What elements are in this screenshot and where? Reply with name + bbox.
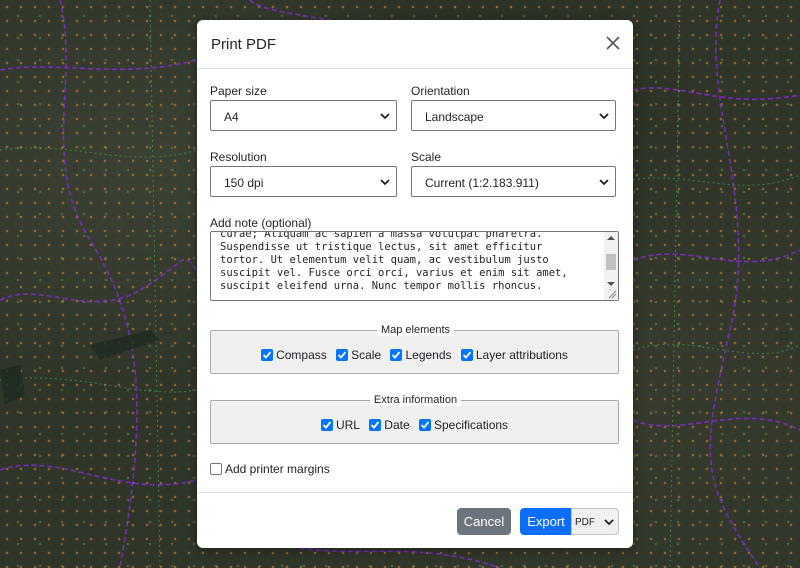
url-option[interactable]: URL xyxy=(320,418,360,432)
scale-select[interactable]: Current (1:2.183.911) xyxy=(411,166,616,197)
specifications-label: Specifications xyxy=(434,418,509,432)
legends-option[interactable]: Legends xyxy=(390,348,452,362)
date-option[interactable]: Date xyxy=(369,418,410,432)
compass-checkbox[interactable] xyxy=(261,349,274,361)
legends-label: Legends xyxy=(405,348,452,362)
chevron-down-icon xyxy=(599,113,609,120)
check-icon xyxy=(337,351,347,359)
layer-attributions-option[interactable]: Layer attributions xyxy=(460,348,568,362)
specifications-option[interactable]: Specifications xyxy=(419,418,508,432)
layer-attributions-label: Layer attributions xyxy=(475,348,568,362)
chevron-down-icon xyxy=(380,179,390,186)
export-button[interactable]: Export xyxy=(520,508,572,535)
paper-size-label: Paper size xyxy=(210,84,267,98)
orientation-value: Landscape xyxy=(425,110,484,124)
layer-attributions-checkbox[interactable] xyxy=(460,349,473,361)
paper-size-value: A4 xyxy=(224,110,239,124)
extra-information-group: Extra information URL Date Specification… xyxy=(210,394,619,444)
compass-option[interactable]: Compass xyxy=(261,348,327,362)
dialog-title: Print PDF xyxy=(211,36,277,53)
printer-margins-label: Add printer margins xyxy=(225,462,330,476)
resolution-value: 150 dpi xyxy=(224,176,264,190)
export-format-select[interactable]: PDF xyxy=(571,508,619,535)
check-icon xyxy=(322,421,332,429)
scroll-up-icon[interactable] xyxy=(607,236,615,240)
extra-information-legend: Extra information xyxy=(211,394,620,406)
chevron-down-icon xyxy=(380,113,390,120)
scale-label: Scale xyxy=(411,150,442,164)
close-icon xyxy=(606,36,620,50)
note-text: curae; Aliquam ac sapien a massa volutpa… xyxy=(220,231,568,292)
paper-size-select[interactable]: A4 xyxy=(210,100,397,131)
note-textarea[interactable]: curae; Aliquam ac sapien a massa volutpa… xyxy=(210,231,619,301)
close-button[interactable] xyxy=(605,35,621,51)
chevron-down-icon xyxy=(599,179,609,186)
orientation-select[interactable]: Landscape xyxy=(411,100,616,131)
printer-margins-checkbox[interactable] xyxy=(210,463,222,475)
dialog-header: Print PDF xyxy=(197,20,633,69)
print-pdf-dialog: Print PDF Paper size A4 Orientation Land… xyxy=(197,20,633,548)
scroll-thumb[interactable] xyxy=(606,254,616,270)
orientation-label: Orientation xyxy=(411,84,470,98)
check-icon xyxy=(420,421,430,429)
scroll-down-icon[interactable] xyxy=(607,282,615,286)
resolution-label: Resolution xyxy=(210,150,267,164)
scale-option-label: Scale xyxy=(351,348,382,362)
map-elements-group: Map elements Compass Scale Legends Layer… xyxy=(210,324,619,374)
check-icon xyxy=(462,351,472,359)
dialog-footer: Cancel Export PDF xyxy=(197,492,633,548)
export-format-value: PDF xyxy=(575,517,595,528)
date-label: Date xyxy=(384,418,410,432)
scale-checkbox[interactable] xyxy=(336,349,349,361)
note-label: Add note (optional) xyxy=(210,216,312,230)
compass-label: Compass xyxy=(276,348,327,362)
check-icon xyxy=(392,351,401,359)
legends-checkbox[interactable] xyxy=(390,349,403,361)
specifications-checkbox[interactable] xyxy=(419,419,431,431)
printer-margins-option[interactable]: Add printer margins xyxy=(210,462,330,476)
scale-value: Current (1:2.183.911) xyxy=(425,176,539,190)
cancel-button[interactable]: Cancel xyxy=(457,508,511,535)
url-label: URL xyxy=(335,418,360,432)
extra-information-options: URL Date Specifications xyxy=(211,418,618,432)
chevron-down-icon xyxy=(604,519,614,526)
date-checkbox[interactable] xyxy=(369,419,382,431)
resize-grip-icon[interactable] xyxy=(607,289,617,299)
url-checkbox[interactable] xyxy=(320,419,333,431)
map-elements-options: Compass Scale Legends Layer attributions xyxy=(211,348,618,362)
check-icon xyxy=(371,421,380,429)
map-elements-legend: Map elements xyxy=(211,324,620,336)
resolution-select[interactable]: 150 dpi xyxy=(210,166,397,197)
scale-option[interactable]: Scale xyxy=(336,348,381,362)
check-icon xyxy=(262,351,272,359)
